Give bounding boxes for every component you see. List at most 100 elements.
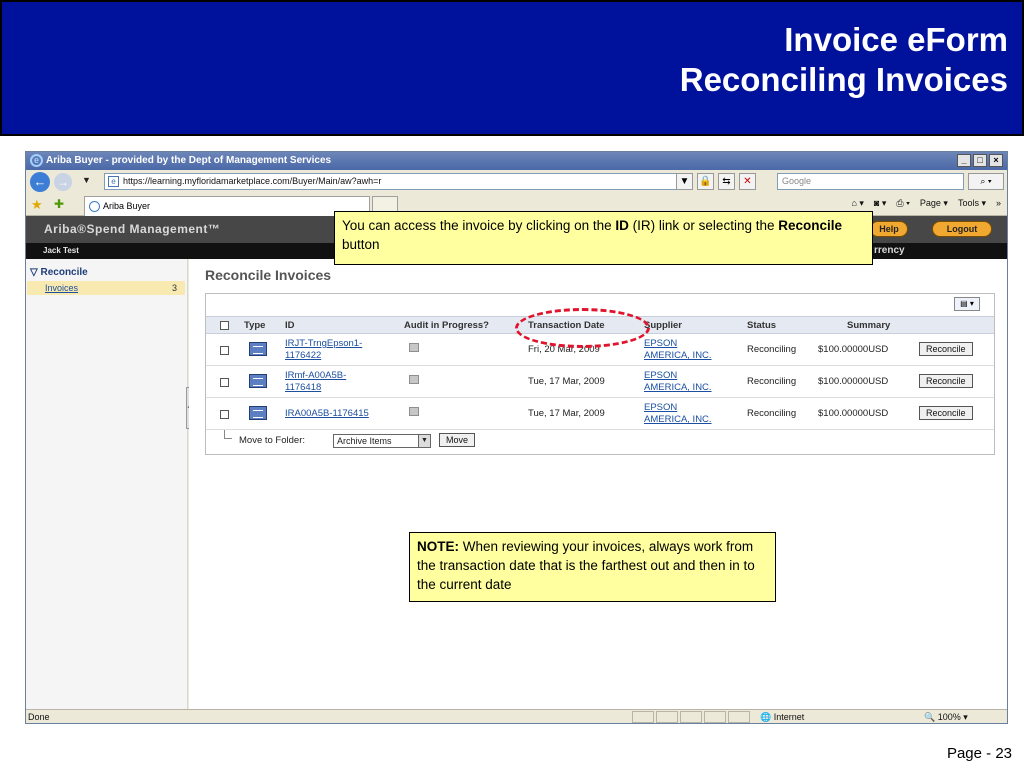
page-icon: e: [108, 176, 119, 187]
column-header[interactable]: Type: [244, 320, 265, 331]
page-menu[interactable]: Page ▾: [920, 198, 948, 209]
tab-ariba-buyer[interactable]: Ariba Buyer: [84, 196, 370, 216]
row-checkbox[interactable]: [220, 346, 229, 355]
stop-icon[interactable]: ✕: [739, 173, 756, 190]
url-input[interactable]: e https://learning.myfloridamarketplace.…: [104, 173, 692, 190]
select-all-checkbox[interactable]: [220, 321, 229, 330]
callout-note-label: NOTE:: [417, 539, 459, 554]
folder-select-value: Archive Items: [337, 436, 392, 446]
folder-select[interactable]: Archive Items ▼: [333, 434, 431, 448]
column-header[interactable]: Status: [747, 320, 776, 331]
search-icon[interactable]: ⌕ ▾: [968, 173, 1004, 190]
invoice-id-line1: IRA00A5B-1176415: [285, 408, 369, 419]
tools-menu-label: Tools: [957, 198, 979, 208]
status-pane: [680, 711, 702, 723]
audit-checkbox: [409, 407, 419, 416]
tab-page-icon: [89, 201, 100, 212]
search-input[interactable]: Google: [777, 173, 964, 190]
page-number: Page - 23: [946, 745, 1012, 762]
help-button[interactable]: Help: [870, 221, 908, 237]
sidebar-item-label[interactable]: Invoices: [45, 283, 78, 293]
user-name: Jack Test: [43, 246, 79, 255]
window-controls: _ □ ×: [957, 154, 1003, 167]
internet-zone-label: Internet: [773, 712, 805, 722]
currency-label: rrency: [874, 245, 905, 256]
minimize-button[interactable]: _: [957, 154, 971, 167]
back-arrow-icon[interactable]: ←: [30, 172, 50, 192]
column-header[interactable]: Audit in Progress?: [404, 320, 489, 331]
supplier-line1: EPSON: [644, 370, 678, 381]
highlight-oval: [515, 308, 650, 348]
table-options-icon[interactable]: ▤ ▾: [954, 297, 980, 311]
reconcile-button[interactable]: Reconcile: [919, 374, 973, 388]
favorites-star-icon[interactable]: ★: [31, 197, 43, 213]
history-dropdown-icon[interactable]: ▼: [82, 175, 91, 185]
callout-1-text: (IR) link or selecting the: [628, 218, 779, 233]
invoice-type-icon: [249, 406, 267, 420]
move-to-folder-row: Move to Folder: Archive Items ▼ Move: [206, 430, 994, 454]
supplier-link[interactable]: EPSON AMERICA, INC.: [644, 402, 712, 426]
close-window-button[interactable]: ×: [989, 154, 1003, 167]
maximize-button[interactable]: □: [973, 154, 987, 167]
more-chevron-icon[interactable]: »: [996, 198, 1001, 209]
column-header[interactable]: Summary: [847, 320, 890, 331]
supplier-line1: EPSON: [644, 402, 678, 413]
sidebar-section-label: Reconcile: [40, 267, 88, 278]
status-bar: Done 🌐 Internet 🔍 100% ▾: [26, 709, 1007, 723]
move-button[interactable]: Move: [439, 433, 476, 447]
invoice-id-link[interactable]: IRmf-A00A5B- 1176418: [285, 370, 346, 394]
invoice-id-link[interactable]: IRJT-TrngEpson1- 1176422: [285, 338, 362, 362]
status-text: Reconciling: [747, 408, 797, 419]
invoice-type-icon: [249, 374, 267, 388]
reconcile-button[interactable]: Reconcile: [919, 406, 973, 420]
sidebar-item-invoices[interactable]: Invoices 3: [27, 281, 185, 295]
callout-note-text: When reviewing your invoices, always wor…: [417, 539, 755, 592]
callout-access-invoice: You can access the invoice by clicking o…: [334, 211, 873, 265]
home-icon[interactable]: ⌂ ▾: [851, 198, 863, 209]
page-title: Reconcile Invoices: [205, 267, 332, 283]
status-text: Done: [28, 712, 50, 722]
status-pane: [704, 711, 726, 723]
refresh-icon[interactable]: ⇆: [718, 173, 735, 190]
sidebar-section-reconcile[interactable]: ▽ Reconcile: [30, 267, 88, 278]
expand-triangle-icon: ▽: [30, 267, 38, 278]
dropdown-arrow-icon: ▼: [418, 435, 430, 447]
ariba-logo: Ariba®Spend Management™: [44, 222, 221, 236]
slide-title-line2: Reconciling Invoices: [679, 61, 1008, 98]
sidebar-item-count: 3: [171, 283, 177, 293]
callout-1-bold-id: ID: [615, 218, 629, 233]
zoom-control[interactable]: 🔍 100% ▾: [924, 712, 968, 723]
forward-arrow-icon[interactable]: →: [54, 173, 72, 191]
reconcile-button[interactable]: Reconcile: [919, 342, 973, 356]
logout-button[interactable]: Logout: [932, 221, 992, 237]
column-header[interactable]: ID: [285, 320, 295, 331]
table-row: IRmf-A00A5B- 1176418 Tue, 17 Mar, 2009 EP…: [206, 366, 994, 398]
invoice-id-link[interactable]: IRA00A5B-1176415: [285, 408, 369, 420]
zoom-level: 100%: [937, 712, 961, 722]
callout-1-bold-reconcile: Reconcile: [778, 218, 843, 233]
summary-amount: $100.00000USD: [818, 376, 889, 387]
invoice-id-line1: IRmf-A00A5B-: [285, 370, 347, 381]
supplier-line2: AMERICA, INC.: [644, 350, 712, 361]
table-row: IRA00A5B-1176415 Tue, 17 Mar, 2009 EPSON…: [206, 398, 994, 430]
slide-header: Invoice eForm Reconciling Invoices: [0, 0, 1024, 136]
supplier-link[interactable]: EPSON AMERICA, INC.: [644, 338, 712, 362]
invoice-id-line1: IRJT-TrngEpson1-: [285, 338, 363, 349]
url-dropdown-icon[interactable]: ▼: [676, 173, 693, 190]
supplier-line1: EPSON: [644, 338, 678, 349]
window-titlebar: e Ariba Buyer - provided by the Dept of …: [26, 152, 1007, 170]
lock-icon[interactable]: 🔒: [697, 173, 714, 190]
supplier-link[interactable]: EPSON AMERICA, INC.: [644, 370, 712, 394]
status-pane: [656, 711, 678, 723]
address-bar: ← → ▼ e https://learning.myfloridamarket…: [26, 170, 1007, 194]
row-checkbox[interactable]: [220, 410, 229, 419]
feeds-icon[interactable]: ◙ ▾: [874, 198, 886, 209]
supplier-line2: AMERICA, INC.: [644, 382, 712, 393]
callout-1-text: You can access the invoice by clicking o…: [342, 218, 616, 233]
invoice-id-line2: 1176418: [285, 382, 322, 393]
add-favorite-icon[interactable]: ✚: [54, 197, 64, 211]
status-pane: [728, 711, 750, 723]
row-checkbox[interactable]: [220, 378, 229, 387]
tools-menu[interactable]: Tools ▾: [958, 198, 986, 209]
print-icon[interactable]: ⎙ ▾: [896, 198, 909, 209]
